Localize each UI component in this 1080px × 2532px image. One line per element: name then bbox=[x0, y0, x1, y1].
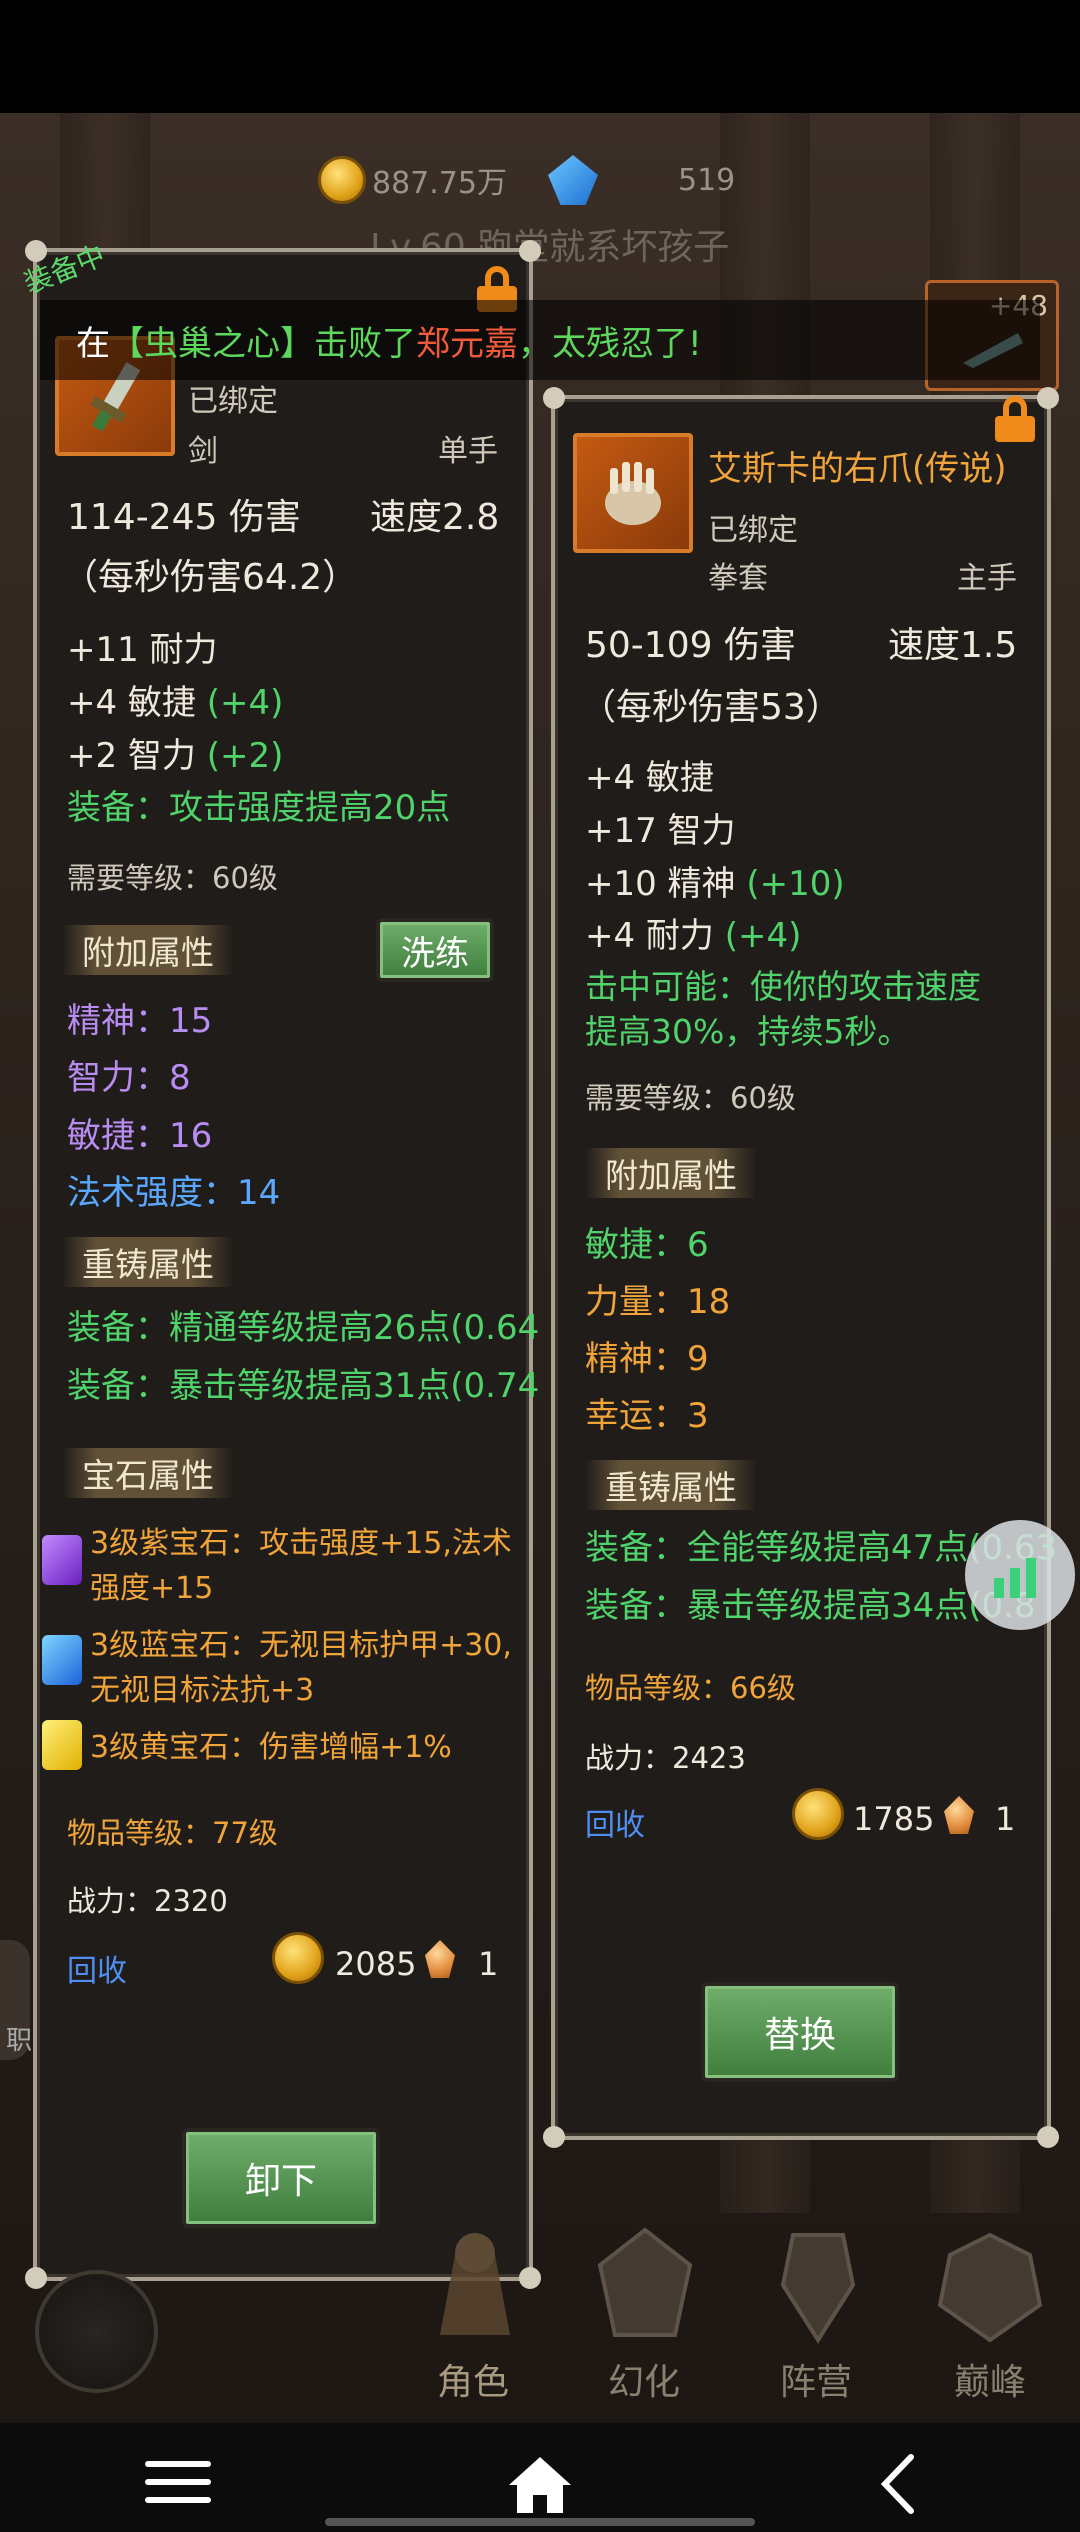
recycle-shard: 1 bbox=[478, 1945, 499, 1983]
recycle-link[interactable]: 回收 bbox=[67, 1946, 127, 1990]
peak-emblem-icon bbox=[935, 2225, 1045, 2345]
stat-line: +4 敏捷 bbox=[585, 758, 714, 798]
gem-line: 无视目标法抗+3 bbox=[90, 1673, 315, 1708]
signal-bars-icon bbox=[994, 1558, 1036, 1598]
yellow-gem-icon bbox=[42, 1720, 82, 1770]
tab-transmog[interactable]: 幻化 bbox=[608, 2353, 680, 2405]
stat-line: +2 智力 (+2) bbox=[67, 736, 284, 776]
item-type: 拳套 bbox=[708, 561, 768, 596]
attack-speed: 速度2.8 bbox=[370, 497, 500, 538]
status-bar bbox=[0, 0, 1080, 113]
tab-role[interactable]: 角色 bbox=[437, 2353, 509, 2405]
replace-button[interactable]: 替换 bbox=[701, 1982, 899, 2082]
bound-label: 已绑定 bbox=[188, 384, 278, 419]
ticker-verb: 击败了 bbox=[314, 323, 416, 364]
gem-line: 3级紫宝石：攻击强度+15,法术 bbox=[90, 1526, 512, 1561]
extra-stat: 精神：15 bbox=[67, 1001, 213, 1041]
recycle-gold: 1785 bbox=[853, 1800, 935, 1838]
extra-stat: 力量：18 bbox=[585, 1282, 731, 1322]
extra-stat: 精神：9 bbox=[585, 1339, 709, 1379]
required-level: 需要等级：60级 bbox=[67, 861, 278, 895]
menu-icon[interactable] bbox=[145, 2461, 211, 2509]
stat-line: +4 耐力 (+4) bbox=[585, 916, 802, 956]
stat-line: +4 敏捷 (+4) bbox=[67, 683, 284, 723]
extra-stat: 智力：8 bbox=[67, 1058, 191, 1098]
floating-assistant-button[interactable] bbox=[965, 1520, 1075, 1630]
role-emblem-icon bbox=[420, 2225, 530, 2345]
faction-emblem-icon bbox=[763, 2225, 873, 2345]
recycle-shard: 1 bbox=[995, 1800, 1016, 1838]
back-icon[interactable] bbox=[875, 2451, 919, 2517]
stat-line: +10 精神 (+10) bbox=[585, 864, 845, 904]
item-level: 物品等级：66级 bbox=[585, 1671, 796, 1705]
ticker-suffix: ，太残忍了! bbox=[518, 323, 702, 364]
reforge-header: 重铸属性 bbox=[585, 1460, 757, 1510]
bottom-tabs: 角色 幻化 阵营 巅峰 bbox=[0, 2195, 1080, 2423]
blue-gem-icon bbox=[42, 1635, 82, 1685]
diamond-amount: 519 bbox=[678, 162, 736, 198]
gold-coin-icon bbox=[318, 156, 366, 204]
gold-currency: 887.75万 bbox=[318, 150, 507, 210]
gem-attributes-header: 宝石属性 bbox=[62, 1448, 234, 1498]
gold-coin-icon bbox=[792, 1788, 844, 1840]
hand-type: 主手 bbox=[957, 561, 1017, 596]
item-level: 物品等级：77级 bbox=[67, 1816, 278, 1850]
damage-range: 50-109 伤害 bbox=[585, 625, 796, 666]
gesture-bar bbox=[325, 2518, 755, 2526]
kill-announcement: 在 【虫巢之心】 击败了 郑元嘉 ，太残忍了! bbox=[40, 300, 1040, 380]
dps: （每秒伤害64.2） bbox=[62, 557, 359, 598]
gold-amount: 887.75万 bbox=[372, 166, 507, 201]
dps: （每秒伤害53） bbox=[580, 687, 842, 728]
item-name: 艾斯卡的右爪(传说) bbox=[708, 449, 1007, 489]
tab-faction[interactable]: 阵营 bbox=[780, 2353, 852, 2405]
reroll-button[interactable]: 洗练 bbox=[376, 918, 494, 982]
ticker-player-name: 郑元嘉 bbox=[416, 323, 518, 364]
attack-speed: 速度1.5 bbox=[888, 625, 1018, 666]
stat-line: +11 耐力 bbox=[67, 630, 218, 670]
tab-peak[interactable]: 巅峰 bbox=[954, 2353, 1026, 2405]
bound-label: 已绑定 bbox=[708, 513, 798, 548]
reforge-list: 装备：精通等级提高26点(0.64 装备：暴击等级提高31点(0.74 bbox=[60, 1300, 548, 1420]
claw-icon bbox=[605, 462, 661, 525]
diamond-currency: 519 bbox=[548, 150, 735, 210]
extra-stat: 幸运：3 bbox=[585, 1396, 709, 1436]
extra-stat: 敏捷：6 bbox=[585, 1225, 709, 1265]
gem-line: 强度+15 bbox=[90, 1571, 214, 1606]
hand-type: 单手 bbox=[438, 434, 498, 469]
damage-range: 114-245 伤害 bbox=[67, 497, 301, 538]
stat-line: +17 智力 bbox=[585, 811, 736, 851]
ticker-dungeon: 【虫巢之心】 bbox=[110, 323, 314, 364]
proc-effect: 击中可能：使你的攻击速度 bbox=[585, 967, 981, 1006]
system-nav-bar bbox=[0, 2423, 1080, 2532]
extra-attributes-header: 附加属性 bbox=[62, 925, 234, 975]
recycle-link[interactable]: 回收 bbox=[585, 1800, 645, 1844]
combat-power: 战力：2320 bbox=[67, 1884, 228, 1918]
recycle-gold: 2085 bbox=[335, 1945, 417, 1983]
reforge-line: 装备：暴击等级提高31点(0.74 bbox=[67, 1366, 540, 1406]
gold-coin-icon bbox=[272, 1932, 324, 1984]
gem-line: 3级蓝宝石：无视目标护甲+30, bbox=[90, 1628, 512, 1663]
lock-icon[interactable] bbox=[995, 396, 1035, 442]
combat-power: 战力：2423 bbox=[585, 1741, 746, 1775]
transmog-emblem-icon bbox=[590, 2225, 700, 2345]
required-level: 需要等级：60级 bbox=[585, 1081, 796, 1115]
purple-gem-icon bbox=[42, 1535, 82, 1585]
reforge-header: 重铸属性 bbox=[62, 1237, 234, 1287]
home-icon[interactable] bbox=[505, 2453, 575, 2515]
ticker-prefix: 在 bbox=[76, 323, 110, 364]
side-menu-label: 职 bbox=[6, 2026, 33, 2056]
proc-effect: 提高30%，持续5秒。 bbox=[585, 1012, 911, 1051]
item-type: 剑 bbox=[188, 434, 218, 469]
extra-stat: 法术强度：14 bbox=[67, 1173, 281, 1213]
diamond-icon bbox=[548, 155, 598, 205]
extra-stat: 敏捷：16 bbox=[67, 1116, 213, 1156]
equip-effect: 装备：攻击强度提高20点 bbox=[67, 788, 451, 828]
reforge-line: 装备：精通等级提高26点(0.64 bbox=[67, 1308, 540, 1348]
extra-attributes-header: 附加属性 bbox=[585, 1148, 757, 1198]
side-menu-tab[interactable]: 职 bbox=[0, 1940, 33, 2060]
gem-line: 3级黄宝石：伤害增幅+1% bbox=[90, 1730, 452, 1765]
compare-item-icon[interactable] bbox=[573, 433, 693, 553]
